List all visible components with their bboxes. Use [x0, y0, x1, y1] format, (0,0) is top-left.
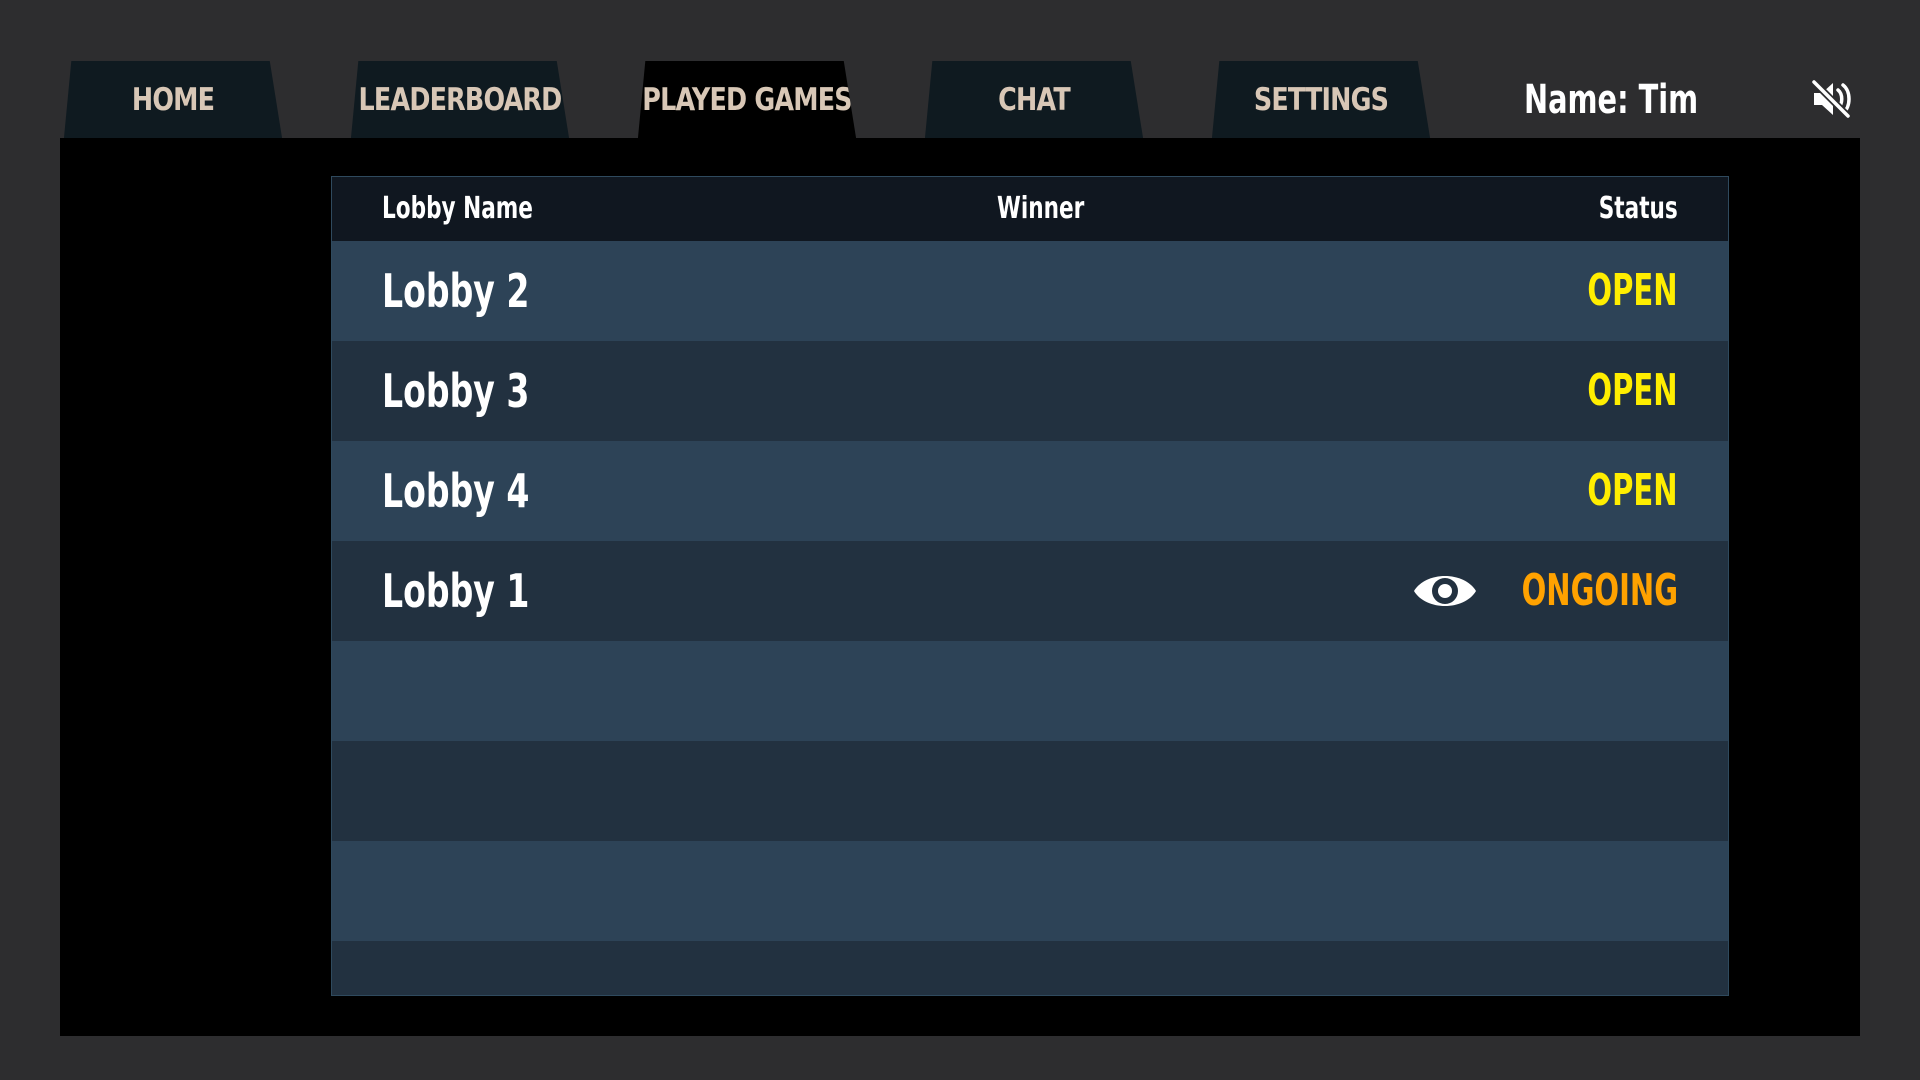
header-lobby-name: Lobby Name	[382, 191, 533, 226]
app-root: HOME LEADERBOARD PLAYED GAMES CHAT SETTI…	[0, 0, 1920, 1080]
spectate-button[interactable]	[1412, 566, 1478, 616]
status-badge: ONGOING	[1521, 565, 1678, 616]
tab-home-label: HOME	[131, 81, 215, 118]
status-badge: OPEN	[1587, 265, 1678, 316]
mute-button[interactable]	[1810, 78, 1852, 120]
tab-settings-label: SETTINGS	[1253, 81, 1389, 118]
user-name-label: Name: Tim	[1524, 77, 1699, 123]
empty-table-row	[332, 941, 1728, 995]
table-row[interactable]: Lobby 1 ONGOING	[332, 541, 1728, 641]
empty-table-row	[332, 641, 1728, 741]
tab-leaderboard-label: LEADERBOARD	[358, 81, 563, 118]
empty-table-row	[332, 741, 1728, 841]
table-row[interactable]: Lobby 2 OPEN	[332, 241, 1728, 341]
played-games-table: Lobby Name Winner Status Lobby 2 OPEN Lo…	[331, 176, 1729, 996]
volume-mute-icon	[1810, 78, 1852, 120]
tab-played-games[interactable]: PLAYED GAMES	[637, 61, 857, 138]
lobby-name-cell: Lobby 3	[382, 364, 530, 418]
table-header: Lobby Name Winner Status	[332, 177, 1728, 241]
tab-settings[interactable]: SETTINGS	[1211, 61, 1431, 138]
lobby-name-cell: Lobby 2	[382, 264, 530, 318]
tab-chat-label: CHAT	[998, 81, 1071, 118]
table-row[interactable]: Lobby 3 OPEN	[332, 341, 1728, 441]
tab-home[interactable]: HOME	[63, 61, 283, 138]
header-winner: Winner	[997, 191, 1085, 226]
tab-leaderboard[interactable]: LEADERBOARD	[350, 61, 570, 138]
lobby-name-cell: Lobby 1	[382, 564, 530, 618]
tab-played-games-label: PLAYED GAMES	[642, 81, 852, 118]
tab-chat[interactable]: CHAT	[924, 61, 1144, 138]
header-status: Status	[1598, 191, 1678, 226]
status-badge: OPEN	[1587, 465, 1678, 516]
status-badge: OPEN	[1587, 365, 1678, 416]
main-panel: Lobby Name Winner Status Lobby 2 OPEN Lo…	[60, 138, 1860, 1036]
table-row[interactable]: Lobby 4 OPEN	[332, 441, 1728, 541]
empty-table-row	[332, 841, 1728, 941]
eye-icon	[1414, 576, 1476, 606]
lobby-name-cell: Lobby 4	[382, 464, 530, 518]
